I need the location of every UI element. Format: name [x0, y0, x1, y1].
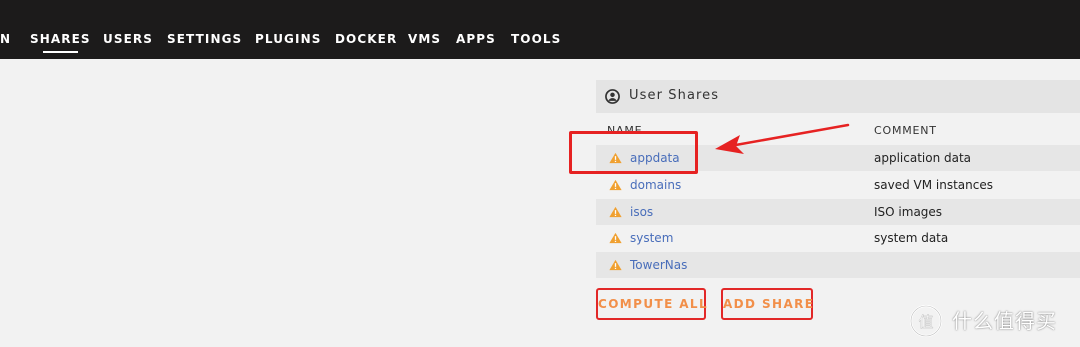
share-comment: ISO images	[874, 205, 943, 219]
column-header-comment[interactable]: COMMENT	[874, 124, 937, 137]
nav-item-tools[interactable]: TOOLS	[511, 32, 561, 46]
annotation-arrow-icon	[715, 123, 850, 154]
warning-icon	[609, 206, 622, 218]
share-name-link[interactable]: TowerNas	[630, 258, 687, 272]
share-comment: system data	[874, 231, 949, 245]
watermark: 值 什么值得买	[908, 303, 1074, 339]
warning-icon	[609, 179, 622, 191]
nav-item-settings[interactable]: SETTINGS	[167, 32, 242, 46]
user-circle-icon	[605, 89, 620, 104]
compute-all-button[interactable]: COMPUTE ALL	[596, 288, 707, 320]
nav-item-apps[interactable]: APPS	[456, 32, 496, 46]
add-share-button[interactable]: ADD SHARE	[721, 288, 813, 320]
svg-text:值: 值	[918, 313, 933, 331]
top-nav-bar: N SHARES USERS SETTINGS PLUGINS DOCKER V…	[0, 0, 1080, 59]
warning-icon	[609, 232, 622, 244]
user-shares-panel: User Shares NAME COMMENT appdata applica…	[596, 80, 1080, 278]
share-row: TowerNas	[596, 252, 1080, 278]
warning-icon	[609, 259, 622, 271]
share-row: system system data	[596, 225, 1080, 251]
watermark-text: 什么值得买	[952, 309, 1057, 333]
share-name-link[interactable]: domains	[630, 178, 681, 192]
share-name-link[interactable]: isos	[630, 205, 653, 219]
nav-item-shares[interactable]: SHARES	[30, 32, 91, 53]
share-comment: saved VM instances	[874, 178, 993, 192]
share-name-link[interactable]: system	[630, 231, 673, 245]
nav-item-docker[interactable]: DOCKER	[335, 32, 397, 46]
nav-item-vms[interactable]: VMS	[408, 32, 441, 46]
nav-item-users[interactable]: USERS	[103, 32, 153, 46]
share-row: isos ISO images	[596, 199, 1080, 225]
nav-item-main[interactable]: N	[0, 32, 11, 46]
watermark-logo-icon: 值	[909, 304, 943, 338]
nav-item-plugins[interactable]: PLUGINS	[255, 32, 321, 46]
annotation-highlight-box	[569, 131, 698, 174]
panel-title: User Shares	[629, 88, 720, 103]
panel-header: User Shares	[596, 80, 1080, 113]
share-row: domains saved VM instances	[596, 172, 1080, 198]
share-comment: application data	[874, 151, 972, 165]
